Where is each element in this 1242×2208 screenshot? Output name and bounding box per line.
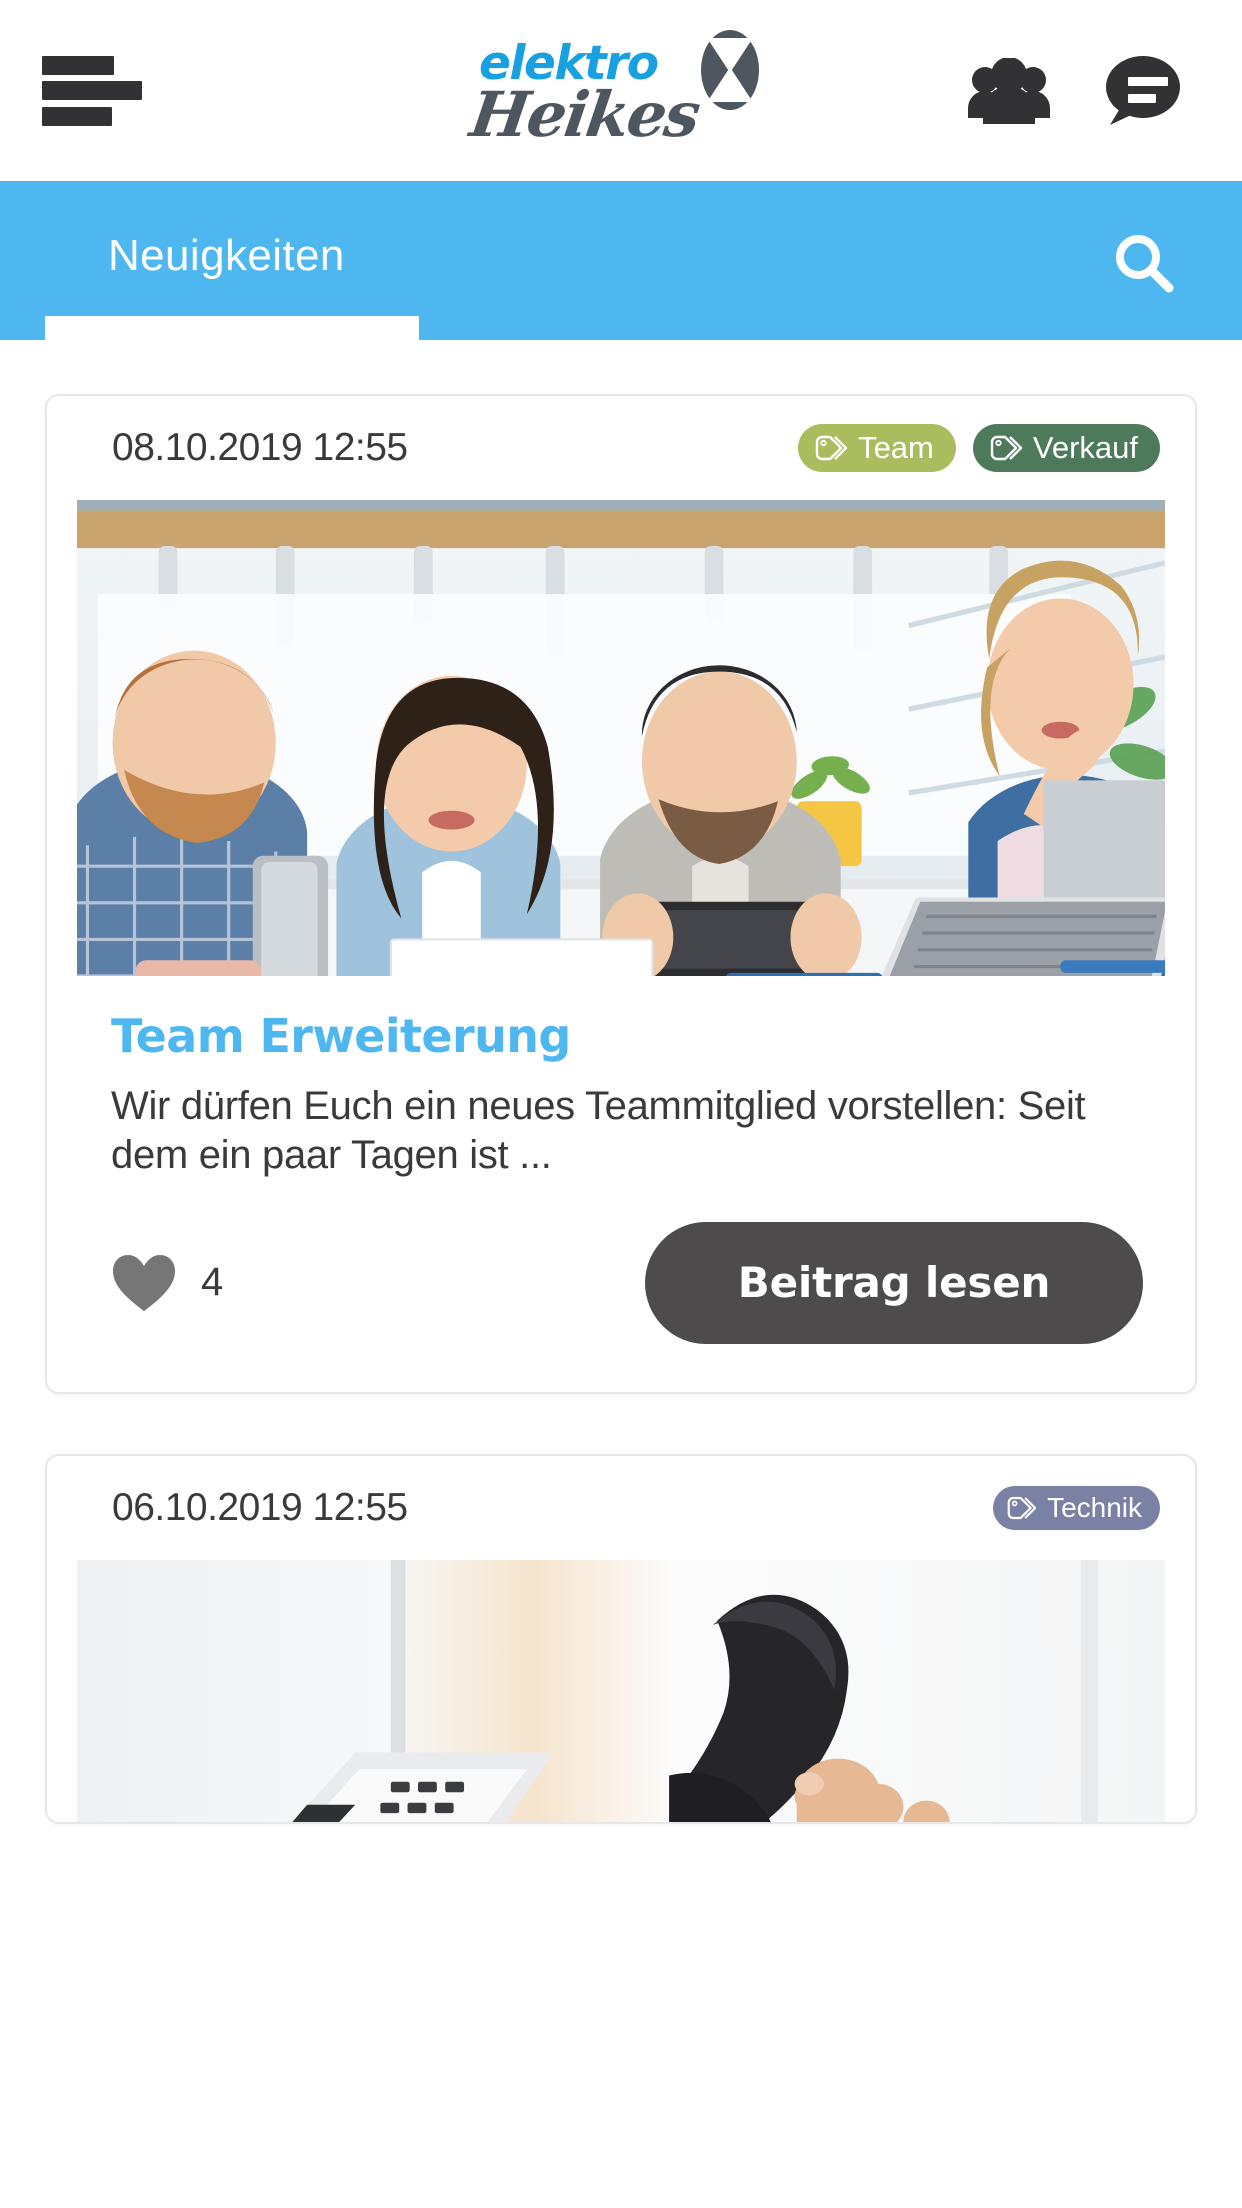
header-actions <box>964 52 1186 130</box>
tab-neuigkeiten[interactable]: Neuigkeiten <box>45 181 419 340</box>
post-image-graphic <box>77 500 1165 976</box>
news-feed[interactable]: 08.10.2019 12:55 Team Verkauf Team Erwei… <box>0 340 1242 2208</box>
post-excerpt: Wir dürfen Euch ein neues Teammitglied v… <box>111 1084 1086 1178</box>
tag-label: Technik <box>1047 1491 1142 1523</box>
card-footer: 4 Beitrag lesen <box>47 1180 1195 1392</box>
app-header: elektro Heikes <box>0 0 1242 181</box>
post-date: 08.10.2019 12:55 <box>112 426 408 469</box>
logo-word-heikes: Heikes <box>465 77 704 151</box>
contacts-icon[interactable] <box>964 52 1054 130</box>
logo-word-elektro: elektro <box>479 35 659 91</box>
tag-icon <box>990 435 1023 461</box>
post-date: 06.10.2019 12:55 <box>112 1485 408 1529</box>
app-root: elektro Heikes Neuigkeiten 08.10.2019 12… <box>0 0 1242 2208</box>
post-title[interactable]: Team Erweiterung <box>111 1012 1131 1061</box>
app-logo: elektro Heikes <box>466 26 771 156</box>
chat-icon[interactable] <box>1096 52 1186 130</box>
tag-technik[interactable]: Technik <box>993 1485 1160 1530</box>
tab-bar: Neuigkeiten <box>0 181 1242 340</box>
like-count: 4 <box>201 1260 224 1305</box>
like-control[interactable]: 4 <box>111 1253 223 1313</box>
card-header: 06.10.2019 12:55 Technik <box>47 1456 1195 1560</box>
tab-active-indicator <box>45 316 419 340</box>
hamburger-bar-bottom <box>42 106 112 126</box>
post-image[interactable] <box>77 500 1165 976</box>
hamburger-menu-icon[interactable] <box>42 46 152 136</box>
tag-icon <box>1007 1496 1037 1520</box>
tag-verkauf[interactable]: Verkauf <box>972 424 1160 472</box>
tag-label: Team <box>858 430 934 465</box>
hamburger-bar-top <box>42 55 114 75</box>
tag-icon <box>815 435 848 461</box>
tag-team[interactable]: Team <box>798 424 956 472</box>
tab-neuigkeiten-label: Neuigkeiten <box>108 231 345 280</box>
news-card[interactable]: 06.10.2019 12:55 Technik <box>45 1453 1197 1824</box>
heart-icon <box>113 1254 175 1311</box>
news-card[interactable]: 08.10.2019 12:55 Team Verkauf Team Erwei… <box>45 394 1197 1394</box>
tag-list: Team Verkauf <box>798 424 1160 472</box>
card-header: 08.10.2019 12:55 Team Verkauf <box>47 396 1195 500</box>
post-image-graphic <box>77 1559 1165 1822</box>
card-body: Team Erweiterung Wir dürfen Euch ein neu… <box>47 976 1195 1180</box>
logo-x-mark-icon <box>701 29 759 110</box>
tag-label: Verkauf <box>1032 430 1138 465</box>
post-image[interactable] <box>77 1559 1165 1822</box>
read-post-button[interactable]: Beitrag lesen <box>645 1221 1143 1344</box>
search-icon[interactable] <box>1098 217 1190 309</box>
tag-list: Technik <box>993 1485 1160 1530</box>
hamburger-bar-middle <box>42 81 142 100</box>
